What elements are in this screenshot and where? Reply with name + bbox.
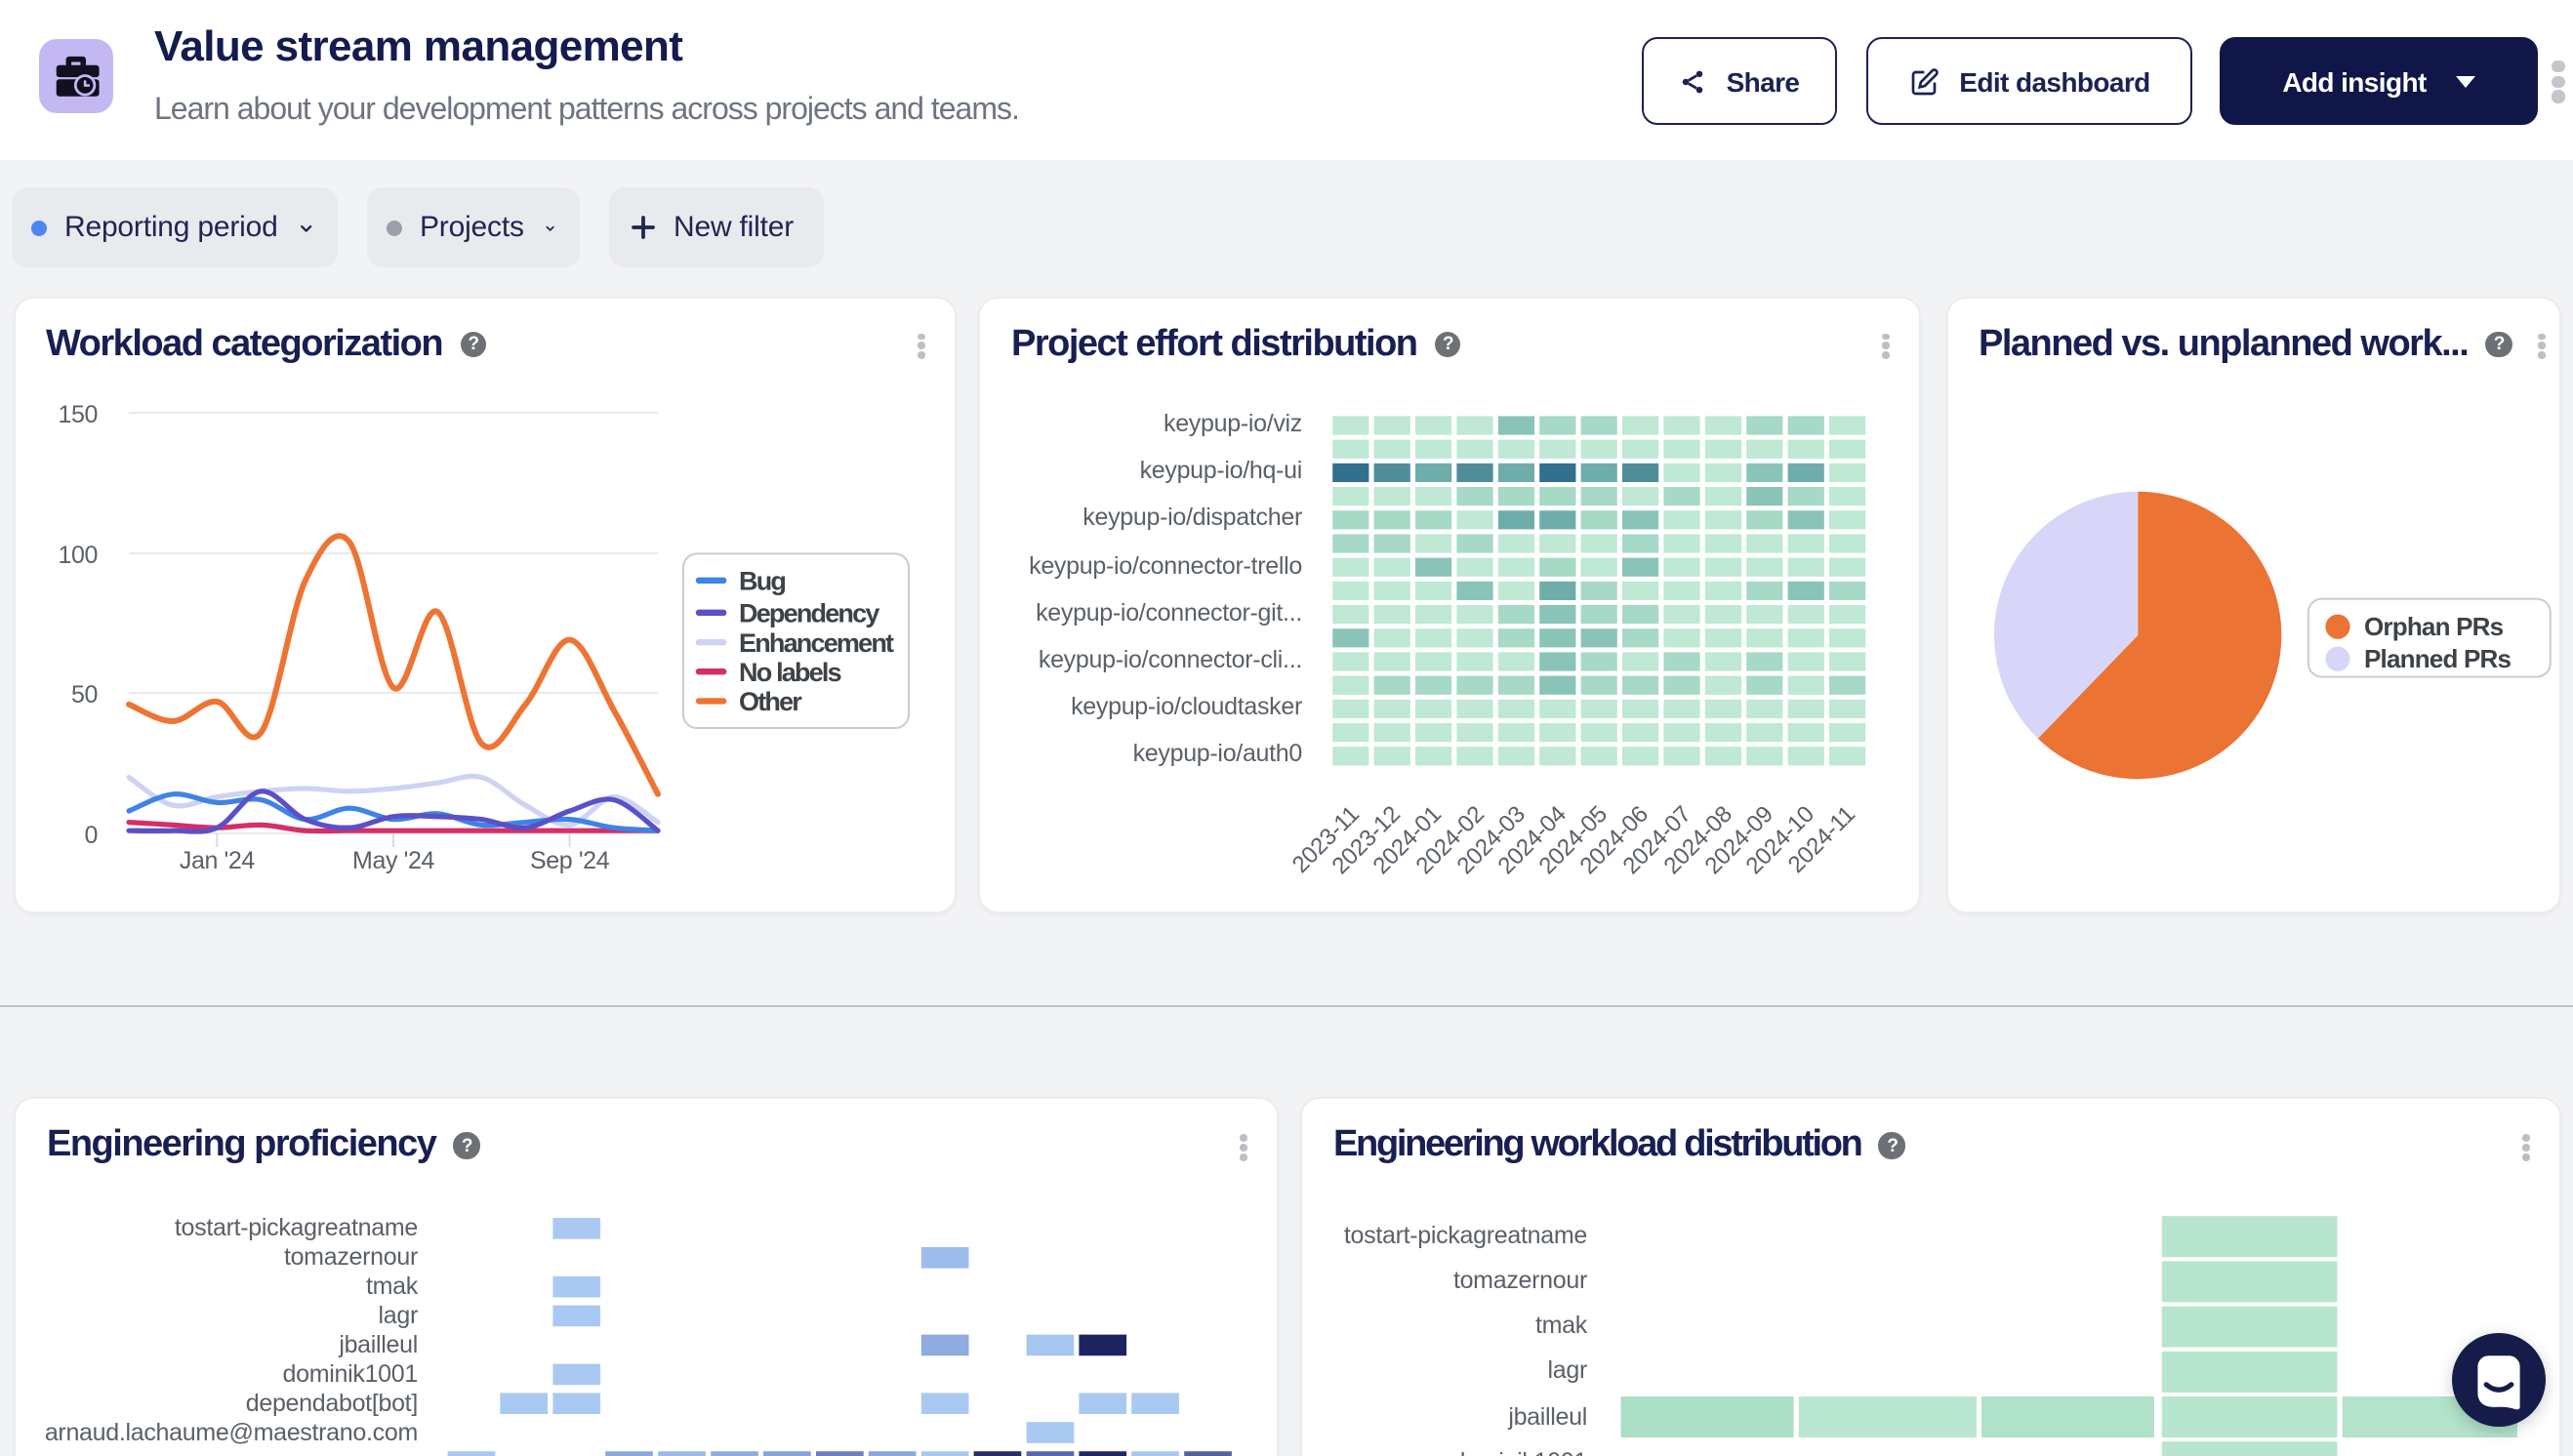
svg-text:Orphan PRs: Orphan PRs bbox=[2363, 611, 2503, 640]
svg-text:Other: Other bbox=[738, 686, 801, 715]
svg-text:No labels: No labels bbox=[738, 657, 840, 686]
svg-text:May '24: May '24 bbox=[351, 846, 433, 873]
svg-text:50: 50 bbox=[70, 680, 97, 708]
svg-text:Jan '24: Jan '24 bbox=[179, 846, 255, 873]
svg-text:Bug: Bug bbox=[738, 565, 784, 594]
svg-text:Enhancement: Enhancement bbox=[738, 627, 893, 657]
svg-text:Dependency: Dependency bbox=[738, 597, 878, 627]
svg-text:100: 100 bbox=[57, 541, 97, 568]
svg-text:150: 150 bbox=[57, 400, 97, 427]
svg-text:Sep '24: Sep '24 bbox=[529, 846, 609, 873]
svg-text:0: 0 bbox=[83, 821, 97, 848]
svg-text:Planned PRs: Planned PRs bbox=[2363, 643, 2510, 672]
